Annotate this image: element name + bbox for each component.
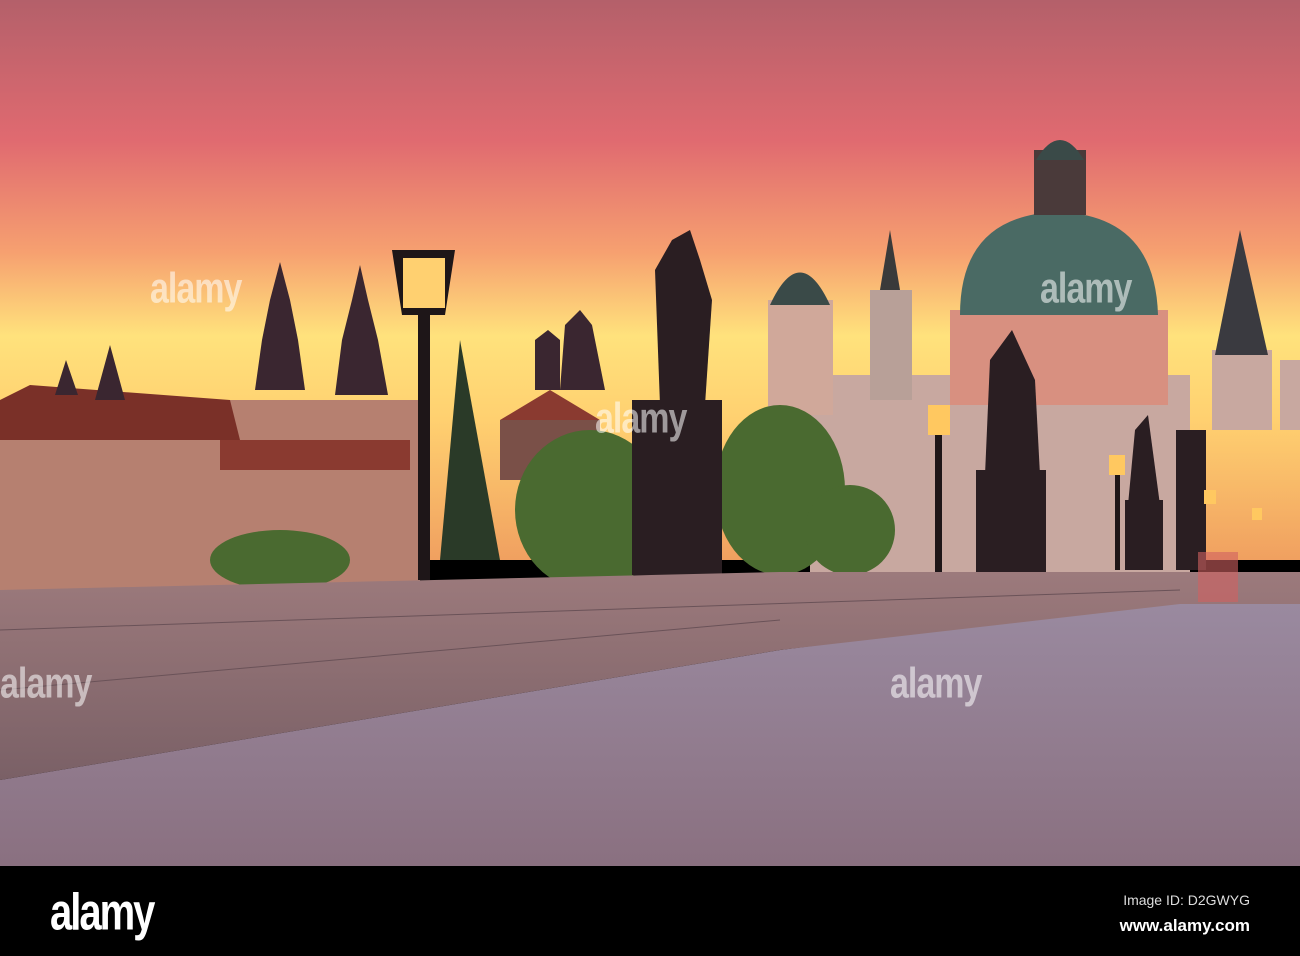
watermark: alamy — [0, 660, 92, 708]
watermark: alamy — [595, 395, 687, 443]
pedestrians — [1198, 552, 1238, 602]
watermark: alamy — [1040, 265, 1132, 313]
watermark: alamy — [150, 265, 242, 313]
watermark: alamy — [890, 660, 982, 708]
site-url: www.alamy.com — [1119, 916, 1250, 935]
alamy-logo: alamy — [50, 884, 155, 942]
image-id: Image ID: D2GWYG — [1123, 892, 1250, 908]
footer-bar: alamy Image ID: D2GWYG www.alamy.com — [0, 866, 1300, 956]
stock-photo-page: alamy alamy alamy alamy alamy alamy Imag… — [0, 0, 1300, 956]
